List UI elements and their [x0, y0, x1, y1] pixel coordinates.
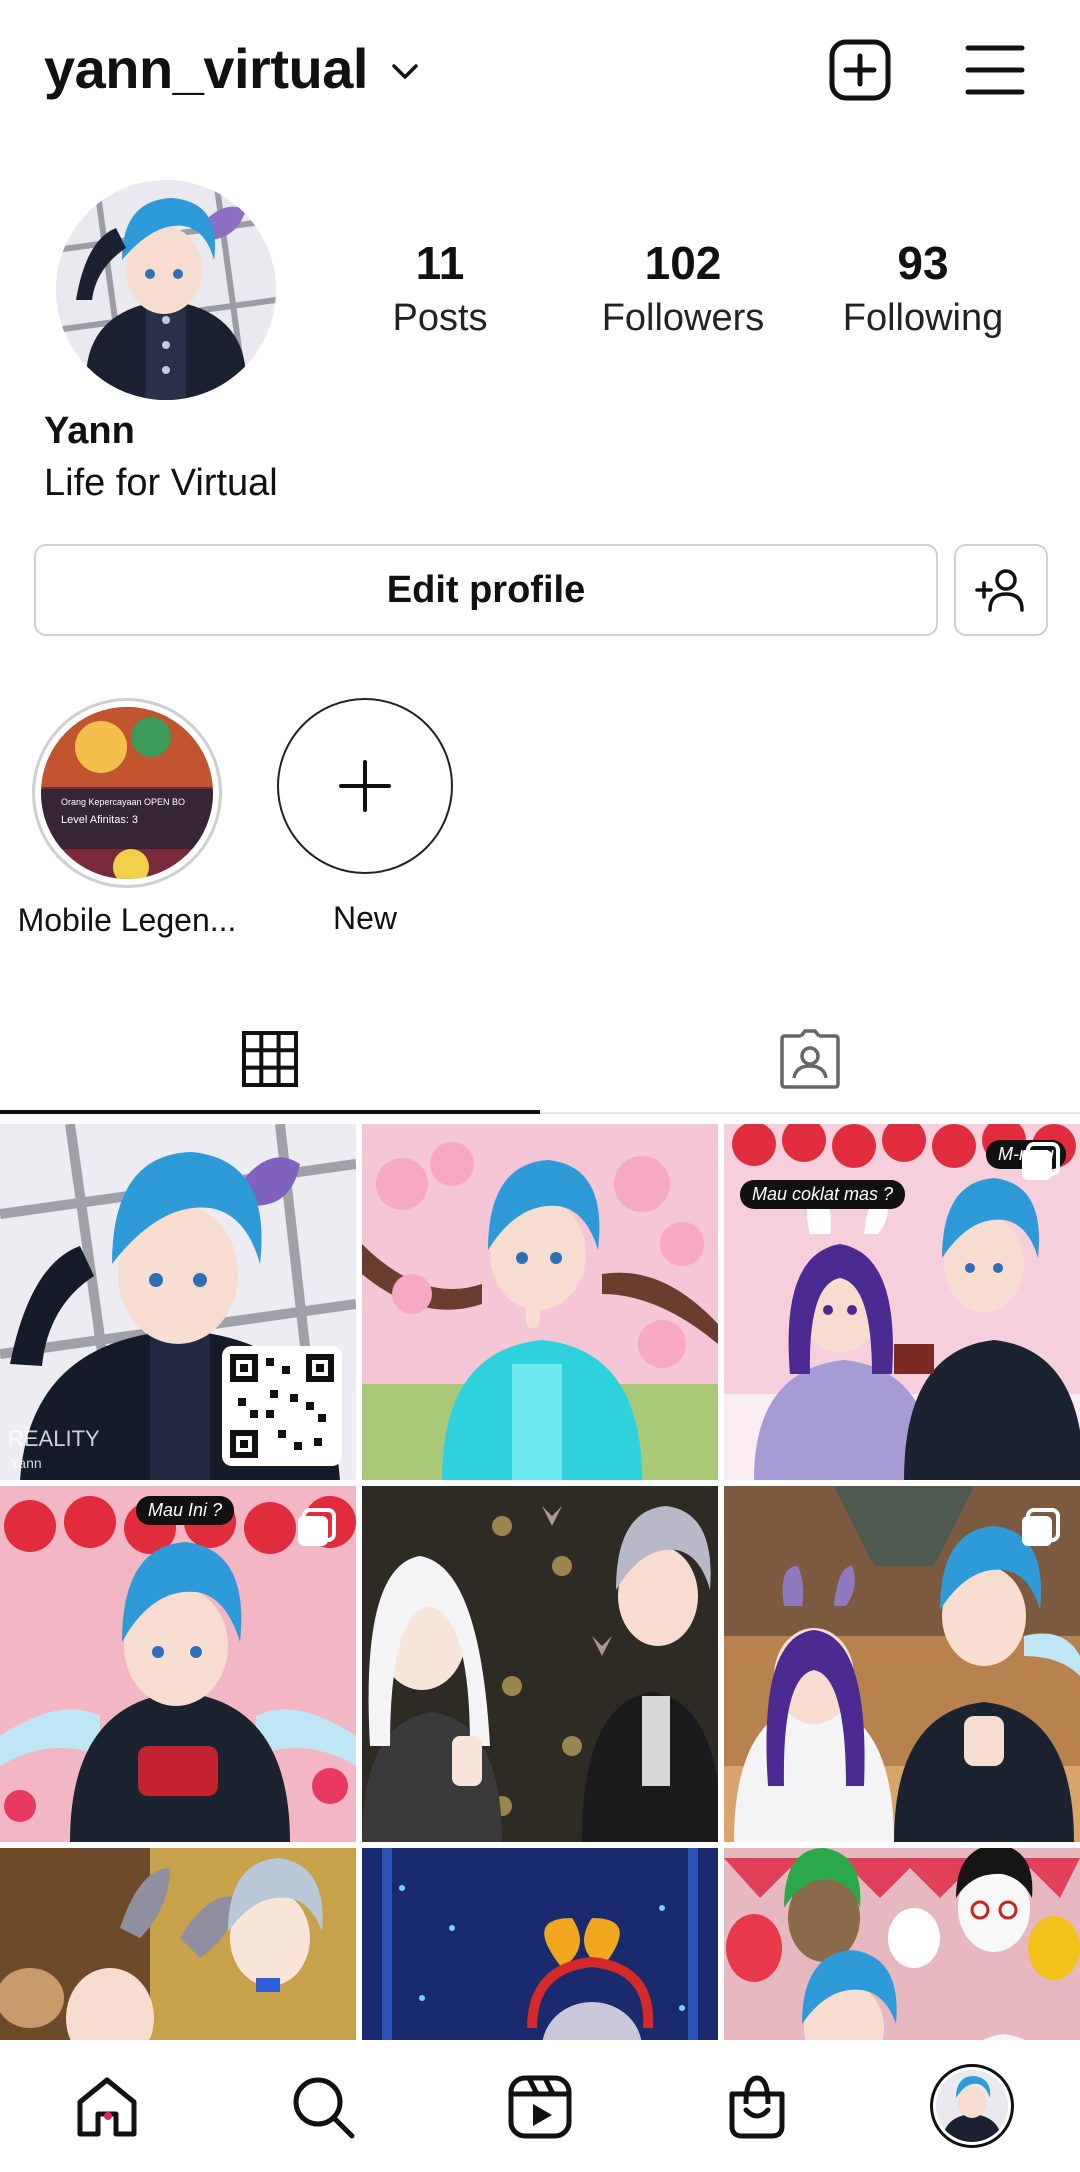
followers-stat[interactable]: 102 Followers [583, 236, 783, 342]
post-9[interactable] [724, 1848, 1080, 2040]
nav-search[interactable] [288, 2072, 358, 2142]
speech-bubble: Mau Ini ? [136, 1496, 235, 1525]
chevron-down-icon[interactable] [390, 62, 420, 82]
tab-posts-grid[interactable] [0, 1000, 540, 1118]
svg-text:REALITY: REALITY [8, 1426, 100, 1451]
post-5[interactable] [362, 1486, 718, 1842]
speech-bubble: Mau coklat mas ? [740, 1180, 906, 1209]
svg-text:Orang Kepercayaan OPEN BO: Orang Kepercayaan OPEN BO [61, 797, 185, 807]
post-3[interactable]: M-mau Mau coklat mas ? [724, 1124, 1080, 1480]
multiple-photos-icon [1022, 1508, 1060, 1546]
svg-text:Yann: Yann [10, 1455, 42, 1471]
nav-profile[interactable] [930, 2064, 1014, 2148]
display-name: Yann [44, 410, 135, 452]
highlight-mobile-legends[interactable]: Orang Kepercayaan OPEN BO Level Afinitas… [18, 698, 236, 939]
profile-avatar[interactable] [56, 180, 276, 400]
highlight-label: Mobile Legen... [17, 902, 237, 938]
active-tab-indicator [0, 1110, 540, 1114]
nav-reels[interactable] [505, 2072, 575, 2142]
post-8[interactable] [362, 1848, 718, 2040]
shop-icon [729, 2075, 785, 2139]
highlight-label: New [332, 900, 397, 936]
plus-icon [339, 760, 391, 812]
tagged-person-icon [780, 1029, 840, 1089]
post-2[interactable] [362, 1124, 718, 1480]
nav-shop[interactable] [722, 2072, 792, 2142]
tab-tagged[interactable] [540, 1000, 1080, 1118]
discover-people-button[interactable] [954, 544, 1048, 636]
top-bar: yann_virtual [0, 0, 1080, 140]
grid-icon [242, 1031, 298, 1087]
new-post-icon[interactable] [828, 38, 892, 102]
qr-code [222, 1346, 342, 1466]
highlight-cover: Orang Kepercayaan OPEN BO Level Afinitas… [32, 698, 222, 888]
post-7[interactable] [0, 1848, 356, 2040]
multiple-photos-icon [298, 1508, 336, 1546]
post-4[interactable]: Mau Ini ? [0, 1486, 356, 1842]
posts-grid: REALITY Yann Mau coklat mas ? Mau Ini ? [0, 1124, 1080, 2040]
following-label: Following [842, 297, 1004, 339]
tab-divider [540, 1112, 1080, 1114]
profile-avatar [936, 2070, 1008, 2142]
followers-count: 102 [644, 237, 722, 289]
menu-icon[interactable] [964, 38, 1028, 102]
home-icon [77, 2077, 137, 2137]
posts-stat[interactable]: 11 Posts [340, 236, 540, 342]
reels-icon [508, 2075, 572, 2139]
notification-dot [104, 2112, 112, 2120]
new-highlight-button[interactable] [277, 698, 453, 874]
svg-text:Level Afinitas: 3: Level Afinitas: 3 [61, 814, 138, 826]
post-6[interactable] [724, 1486, 1080, 1842]
bio: Life for Virtual [44, 462, 278, 504]
edit-profile-button[interactable]: Edit profile [34, 544, 938, 636]
search-icon [293, 2077, 355, 2139]
highlight-new[interactable]: New [270, 698, 460, 937]
account-switcher[interactable]: yann_virtual [44, 36, 420, 101]
following-count: 93 [897, 237, 949, 289]
username[interactable]: yann_virtual [44, 36, 368, 101]
posts-count: 11 [415, 237, 465, 289]
profile-tabs [0, 1000, 1080, 1118]
nav-home[interactable] [72, 2072, 142, 2142]
post-1[interactable]: REALITY Yann [0, 1124, 356, 1480]
followers-label: Followers [601, 297, 765, 339]
add-person-icon [975, 569, 1024, 612]
bottom-nav [0, 2040, 1080, 2172]
profile-stats: 11 Posts 102 Followers 93 Following [340, 236, 1040, 356]
multiple-photos-icon [1022, 1142, 1060, 1180]
posts-label: Posts [392, 297, 488, 339]
following-stat[interactable]: 93 Following [823, 236, 1023, 342]
